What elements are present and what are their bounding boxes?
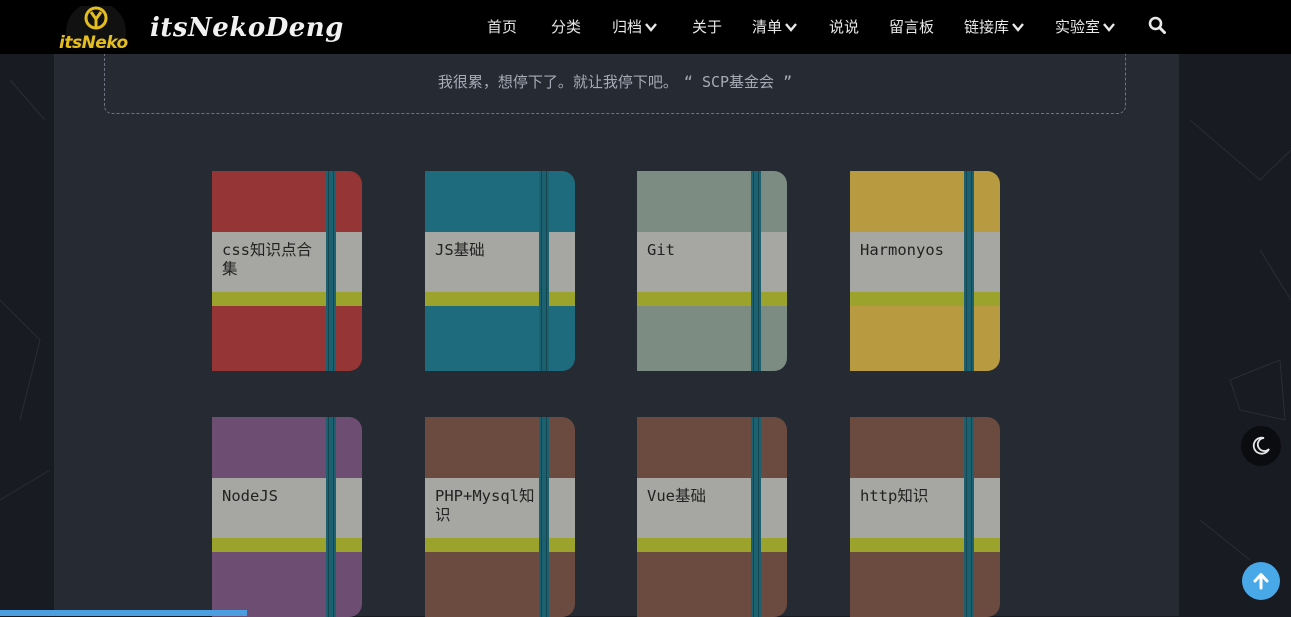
notebook-elastic-band (964, 171, 974, 371)
notebook-card[interactable]: PHP+Mysql知识 (425, 417, 575, 617)
notebook-card[interactable]: Git (637, 171, 787, 371)
nav-categories[interactable]: 分类 (551, 16, 581, 37)
site-title[interactable]: itsNekoDeng (150, 13, 344, 43)
notebook-card[interactable]: NodeJS (212, 417, 362, 617)
chevron-down-icon (645, 22, 657, 32)
nav-lists[interactable]: 清单 (752, 16, 797, 37)
nav-label: 留言板 (889, 18, 935, 36)
notebook-card[interactable]: css知识点合集 (212, 171, 362, 371)
notebook-stripe (637, 292, 787, 306)
chevron-down-icon (785, 22, 797, 32)
nav-label: 首页 (487, 18, 518, 36)
nav-archive[interactable]: 归档 (612, 16, 657, 37)
theme-toggle-button[interactable] (1241, 426, 1281, 466)
notebook-stripe (212, 538, 362, 552)
notebook-elastic-band (539, 171, 549, 371)
notebook-title: Git (637, 232, 787, 292)
notebook-elastic-band (326, 171, 336, 371)
notebook-title: NodeJS (212, 478, 362, 538)
notebook-card[interactable]: http知识 (850, 417, 1000, 617)
nav-label: 归档 (612, 18, 643, 36)
notebook-stripe (212, 292, 362, 306)
nav-label: 说说 (829, 18, 860, 36)
nav-links[interactable]: 链接库 (964, 16, 1024, 37)
notebook-title: http知识 (850, 478, 1000, 538)
notebook-elastic-band (326, 417, 336, 617)
notebook-card[interactable]: Harmonyos (850, 171, 1000, 371)
nav-label: 链接库 (964, 18, 1010, 36)
nav-label: 实验室 (1055, 18, 1101, 36)
quote-source: “ SCP基金会 ” (683, 73, 793, 91)
quote-box: 我很累，想停下了。就让我停下吧。 “ SCP基金会 ” (104, 50, 1126, 114)
chevron-down-icon (1012, 22, 1024, 32)
quote-text: 我很累，想停下了。就让我停下吧。 (437, 73, 678, 91)
nav-lab[interactable]: 实验室 (1055, 16, 1115, 37)
logo-text[interactable]: itsNeko (59, 33, 128, 53)
nav-label: 分类 (551, 18, 582, 36)
notebook-title: PHP+Mysql知识 (425, 478, 575, 538)
arrow-up-icon (1253, 573, 1269, 590)
notebook-title: JS基础 (425, 232, 575, 292)
search-icon[interactable] (1148, 16, 1166, 34)
chevron-down-icon (1103, 22, 1115, 32)
moon-icon (1252, 436, 1270, 455)
notebook-card[interactable]: Vue基础 (637, 417, 787, 617)
notebook-title: Harmonyos (850, 232, 1000, 292)
notebook-elastic-band (751, 171, 761, 371)
notebook-elastic-band (751, 417, 761, 617)
notebook-title: css知识点合集 (212, 232, 362, 292)
nav-label: 清单 (752, 18, 783, 36)
notebook-elastic-band (964, 417, 974, 617)
navbar: itsNeko itsNekoDeng 首页 分类 归档 关于 清单 说说 留言… (0, 0, 1291, 54)
notebook-stripe (425, 538, 575, 552)
notebook-title: Vue基础 (637, 478, 787, 538)
notebook-stripe (425, 292, 575, 306)
notebook-stripe (850, 538, 1000, 552)
notebook-stripe (850, 292, 1000, 306)
notebook-elastic-band (539, 417, 549, 617)
nav-about[interactable]: 关于 (692, 16, 722, 37)
back-to-top-button[interactable] (1242, 562, 1280, 600)
notebook-card[interactable]: JS基础 (425, 171, 575, 371)
notebook-stripe (637, 538, 787, 552)
nav-label: 关于 (692, 18, 723, 36)
nav-guestbook[interactable]: 留言板 (889, 16, 934, 37)
scroll-progress-bar (0, 610, 247, 616)
nav-talks[interactable]: 说说 (829, 16, 859, 37)
nav-home[interactable]: 首页 (487, 16, 517, 37)
